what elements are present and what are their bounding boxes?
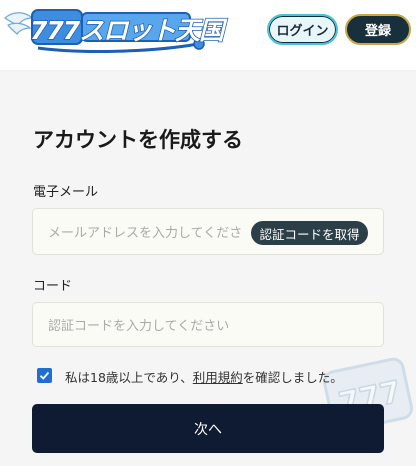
site-header: 777スロット天国 ログイン 登録: [0, 0, 416, 70]
email-placeholder: メールアドレスを入力してくださ: [48, 226, 243, 241]
code-label: コード: [33, 279, 73, 294]
agree-prefix: 私は18歳以上であり、: [65, 370, 193, 385]
agree-suffix: を確認しました。: [242, 370, 343, 385]
email-label: 電子メール: [33, 185, 99, 200]
checkmark-icon: [39, 371, 50, 380]
code-placeholder: 認証コードを入力してください: [48, 319, 230, 334]
code-field[interactable]: 認証コードを入力してください: [32, 302, 384, 347]
logo-text: 777スロット天国: [29, 15, 225, 46]
page-title: アカウントを作成する: [33, 128, 243, 152]
login-button[interactable]: ログイン: [267, 14, 338, 45]
next-button[interactable]: 次へ: [32, 404, 384, 453]
terms-link[interactable]: 利用規約: [193, 370, 243, 385]
get-code-button[interactable]: 認証コードを取得: [251, 221, 368, 245]
agree-text: 私は18歳以上であり、利用規約を確認しました。: [65, 367, 343, 386]
age-terms-checkbox[interactable]: [37, 368, 52, 383]
site-logo[interactable]: 777スロット天国: [2, 4, 225, 56]
register-button[interactable]: 登録: [345, 14, 411, 45]
